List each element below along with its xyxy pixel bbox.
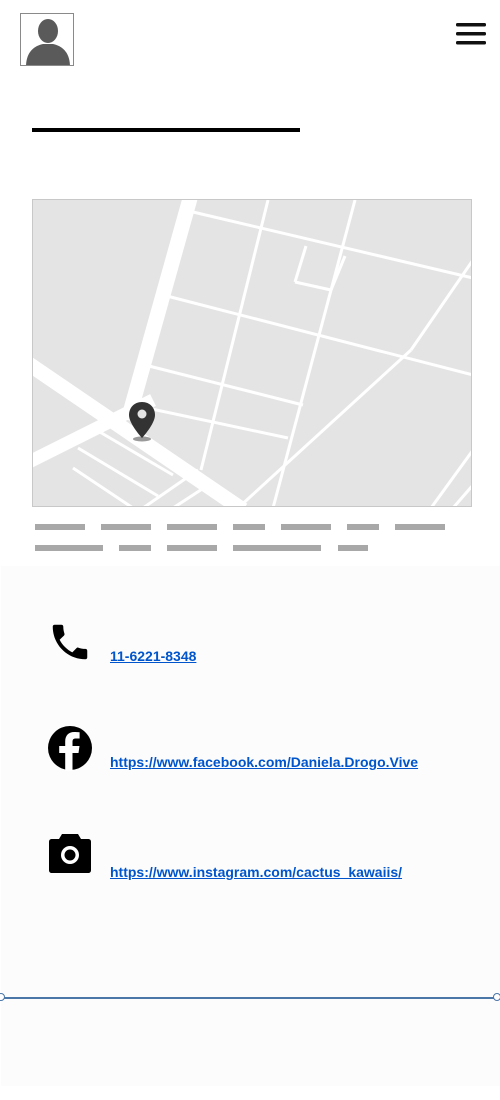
contact-facebook: https://www.facebook.com/Daniela.Drogo.V… xyxy=(0,725,500,785)
placeholder-word xyxy=(35,524,85,530)
placeholder-word xyxy=(119,545,151,551)
address-placeholder-text xyxy=(35,524,455,554)
facebook-icon xyxy=(48,726,92,771)
contact-instagram: https://www.instagram.com/cactus_kawaiis… xyxy=(0,830,500,890)
instagram-link[interactable]: https://www.instagram.com/cactus_kawaiis… xyxy=(110,864,402,880)
title-placeholder xyxy=(32,128,300,132)
placeholder-word xyxy=(101,524,151,530)
camera-icon xyxy=(49,834,91,873)
map-graphic xyxy=(33,200,471,506)
placeholder-word xyxy=(35,545,103,551)
placeholder-word xyxy=(167,524,217,530)
user-silhouette-icon xyxy=(21,14,73,65)
placeholder-word xyxy=(233,524,265,530)
placeholder-word xyxy=(347,524,379,530)
divider-line xyxy=(0,997,500,999)
avatar[interactable] xyxy=(20,13,74,66)
map-pin-icon[interactable] xyxy=(127,400,157,442)
hamburger-menu-icon xyxy=(456,23,486,45)
placeholder-word xyxy=(281,524,331,530)
placeholder-word xyxy=(395,524,445,530)
map[interactable] xyxy=(32,199,472,507)
phone-icon xyxy=(52,624,88,660)
placeholder-word xyxy=(233,545,321,551)
page: 11-6221-8348 https://www.facebook.com/Da… xyxy=(0,0,500,1100)
facebook-link[interactable]: https://www.facebook.com/Daniela.Drogo.V… xyxy=(110,754,418,770)
placeholder-word xyxy=(167,545,217,551)
contact-phone: 11-6221-8348 xyxy=(0,615,500,675)
placeholder-word xyxy=(338,545,368,551)
menu-button[interactable] xyxy=(455,22,487,46)
phone-link[interactable]: 11-6221-8348 xyxy=(110,648,196,664)
divider-handle-right[interactable] xyxy=(493,993,500,1001)
